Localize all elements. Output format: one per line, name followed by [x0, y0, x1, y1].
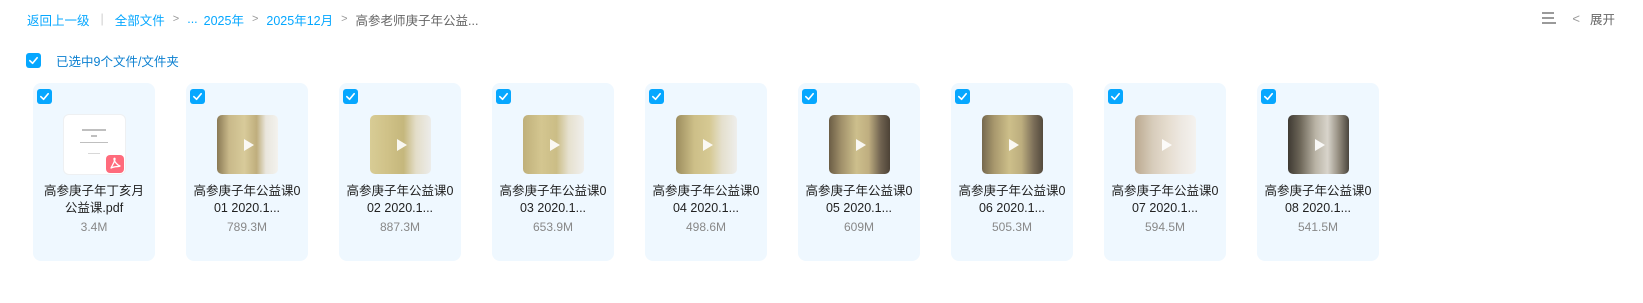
chevron-right-icon: >	[341, 13, 348, 25]
file-card[interactable]: 高参庚子年公益课0 02 2020.1... 887.3M	[339, 83, 461, 261]
breadcrumb-year[interactable]: 2025年	[204, 10, 244, 29]
view-tools: < 展开	[1542, 9, 1615, 27]
file-card[interactable]: 高参庚子年公益课0 01 2020.1... 789.3M	[186, 83, 308, 261]
file-card[interactable]: 高参庚子年公益课0 04 2020.1... 498.6M	[645, 83, 767, 261]
file-name[interactable]: 高参庚子年公益课0 03 2020.1...	[498, 183, 608, 217]
breadcrumb: 返回上一级 | 全部文件 > ... 2025年 > 2025年12月 > 高参…	[27, 10, 478, 28]
file-card[interactable]: 高参庚子年公益课0 03 2020.1... 653.9M	[492, 83, 614, 261]
breadcrumb-ellipsis[interactable]: ...	[187, 12, 197, 26]
video-thumbnail	[676, 115, 737, 174]
video-thumbnail	[370, 115, 431, 174]
file-checkbox[interactable]	[802, 89, 817, 104]
expand-button[interactable]: 展开	[1590, 9, 1615, 28]
chevron-left-icon[interactable]: <	[1572, 11, 1580, 26]
file-name[interactable]: 高参庚子年丁亥月 公益课.pdf	[39, 183, 149, 217]
file-checkbox[interactable]	[649, 89, 664, 104]
video-thumbnail	[982, 115, 1043, 174]
file-card[interactable]: 高参庚子年公益课0 05 2020.1... 609M	[798, 83, 920, 261]
chevron-right-icon: >	[172, 13, 180, 25]
file-card[interactable]: 高参庚子年公益课0 07 2020.1... 594.5M	[1104, 83, 1226, 261]
file-size: 789.3M	[226, 220, 268, 234]
file-card[interactable]: 高参庚子年公益课0 08 2020.1... 541.5M	[1257, 83, 1379, 261]
play-icon	[1009, 139, 1019, 151]
file-checkbox[interactable]	[37, 89, 52, 104]
selection-bar: 已选中9个文件/文件夹	[26, 51, 179, 70]
file-card[interactable]: 高参庚子年丁亥月 公益课.pdf 3.4M	[33, 83, 155, 261]
play-icon	[703, 139, 713, 151]
pdf-icon	[106, 155, 124, 173]
play-icon	[550, 139, 560, 151]
video-thumbnail	[1135, 115, 1196, 174]
play-icon	[1162, 139, 1172, 151]
file-size: 498.6M	[685, 220, 727, 234]
breadcrumb-divider: |	[100, 12, 104, 26]
file-size: 653.9M	[532, 220, 574, 234]
file-name[interactable]: 高参庚子年公益课0 06 2020.1...	[957, 183, 1067, 217]
file-size: 887.3M	[379, 220, 421, 234]
file-name[interactable]: 高参庚子年公益课0 08 2020.1...	[1263, 183, 1373, 217]
video-thumbnail	[1288, 115, 1349, 174]
file-checkbox[interactable]	[1261, 89, 1276, 104]
select-all-checkbox[interactable]	[26, 53, 41, 68]
selection-count: 已选中9个文件/文件夹	[56, 55, 179, 69]
video-thumbnail	[217, 115, 278, 174]
file-name[interactable]: 高参庚子年公益课0 01 2020.1...	[192, 183, 302, 217]
file-size: 541.5M	[1297, 220, 1339, 234]
file-checkbox[interactable]	[1108, 89, 1123, 104]
list-view-icon[interactable]	[1542, 12, 1557, 24]
file-checkbox[interactable]	[955, 89, 970, 104]
file-name[interactable]: 高参庚子年公益课0 05 2020.1...	[804, 183, 914, 217]
file-card[interactable]: 高参庚子年公益课0 06 2020.1... 505.3M	[951, 83, 1073, 261]
file-checkbox[interactable]	[343, 89, 358, 104]
play-icon	[856, 139, 866, 151]
file-name[interactable]: 高参庚子年公益课0 02 2020.1...	[345, 183, 455, 217]
file-name[interactable]: 高参庚子年公益课0 07 2020.1...	[1110, 183, 1220, 217]
file-checkbox[interactable]	[190, 89, 205, 104]
file-size: 609M	[843, 220, 875, 234]
top-bar: 返回上一级 | 全部文件 > ... 2025年 > 2025年12月 > 高参…	[0, 0, 1643, 36]
file-checkbox[interactable]	[496, 89, 511, 104]
file-size: 505.3M	[991, 220, 1033, 234]
back-link[interactable]: 返回上一级	[27, 10, 90, 29]
file-grid: 高参庚子年丁亥月 公益课.pdf 3.4M 高参庚子年公益课0 01 2020.…	[33, 83, 1410, 261]
video-thumbnail	[523, 115, 584, 174]
play-icon	[397, 139, 407, 151]
file-size: 594.5M	[1144, 220, 1186, 234]
video-thumbnail	[829, 115, 890, 174]
file-size: 3.4M	[80, 220, 108, 234]
pdf-thumbnail	[64, 115, 125, 174]
play-icon	[244, 139, 254, 151]
breadcrumb-current: 高参老师庚子年公益...	[355, 13, 479, 28]
play-icon	[1315, 139, 1325, 151]
chevron-right-icon: >	[251, 13, 259, 25]
breadcrumb-all-files[interactable]: 全部文件	[115, 10, 165, 29]
breadcrumb-month[interactable]: 2025年12月	[266, 10, 333, 29]
file-name[interactable]: 高参庚子年公益课0 04 2020.1...	[651, 183, 761, 217]
